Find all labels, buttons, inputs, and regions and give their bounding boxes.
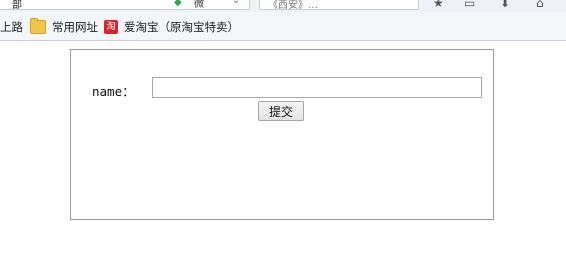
bookmark-label: 爱淘宝（原淘宝特卖） (124, 20, 239, 34)
address-bar[interactable] (0, 0, 250, 10)
address-mid-text: 微 (194, 0, 204, 10)
dropdown-icon[interactable]: ⌄ (232, 0, 240, 6)
address-text: 部 (12, 0, 22, 11)
bookmark-label: 常用网址 (52, 20, 98, 34)
name-label: name： (92, 84, 135, 99)
bookmark-label: 上路 (0, 20, 23, 34)
name-input[interactable] (152, 77, 482, 98)
home-icon[interactable]: ⌂ (536, 0, 544, 10)
folder-icon (30, 18, 46, 34)
bookmark-item[interactable]: 淘 爱淘宝（原淘宝特卖） (104, 19, 239, 35)
taobao-icon: 淘 (104, 20, 118, 34)
bookmark-item[interactable]: 上路 (0, 19, 23, 35)
browser-toolbar: 部 ◆ 微 ⌄ 《西安》… ★ ▭ ⬇ ⌂ (0, 0, 566, 12)
clipboard-icon[interactable]: ▭ (464, 0, 475, 10)
bookmark-item[interactable]: 常用网址 (30, 18, 98, 35)
search-placeholder: 《西安》… (268, 0, 318, 11)
submit-button[interactable]: 提交 (258, 101, 304, 121)
download-icon[interactable]: ⬇ (500, 0, 510, 10)
form-panel (70, 49, 494, 220)
star-icon[interactable]: ★ (433, 0, 444, 10)
secure-icon: ◆ (174, 0, 182, 8)
